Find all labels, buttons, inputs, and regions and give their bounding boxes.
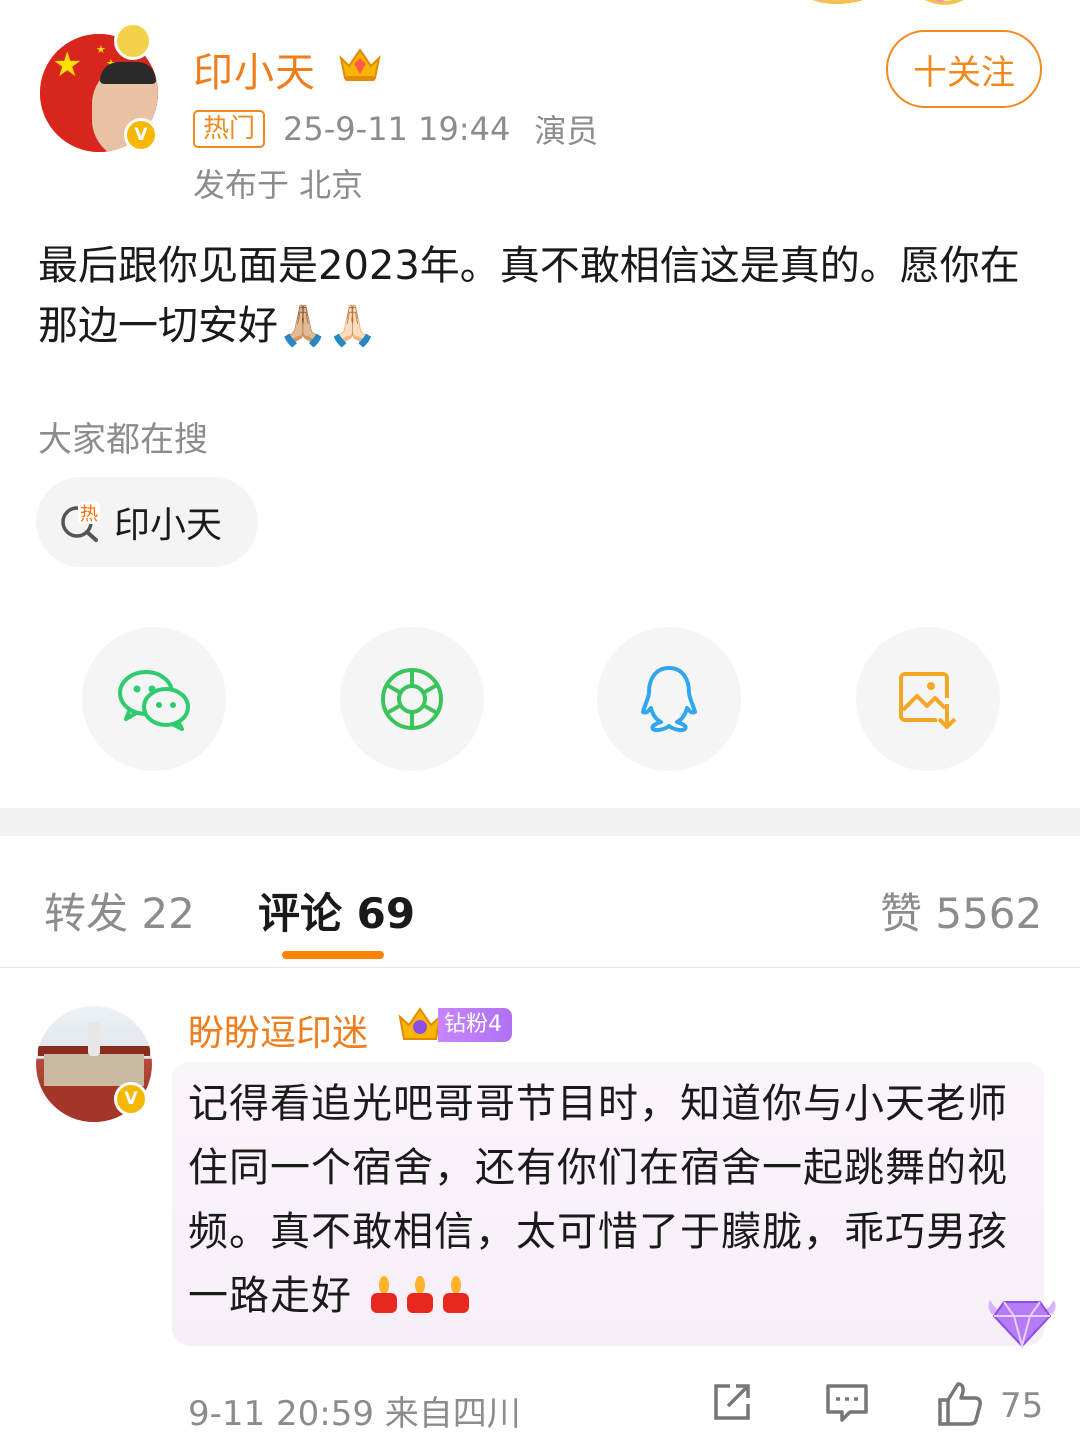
wechat-icon	[118, 670, 190, 731]
author-name[interactable]: 印小天	[193, 40, 316, 98]
author-role: 演员	[534, 112, 599, 150]
top-decoration	[812, 0, 964, 5]
avatar-pendant-icon	[114, 22, 152, 60]
post-location: 发布于 北京	[193, 166, 364, 204]
fan-badge-label: 钻粉4	[438, 1008, 512, 1042]
reply-icon[interactable]	[824, 1380, 870, 1424]
comment-meta: 9-11 20:59 来自四川	[188, 1394, 521, 1434]
flag-star: ★	[52, 45, 83, 85]
vip-crown-icon	[339, 48, 381, 81]
comment-like-count: 75	[1000, 1386, 1044, 1426]
candle-icon	[370, 1276, 397, 1313]
hot-char: 热	[80, 504, 98, 525]
tab-like[interactable]: 赞 5562	[880, 880, 1042, 941]
fan-crown-icon	[398, 1007, 442, 1040]
diamond-fan-icon	[988, 1300, 1056, 1350]
moments-icon	[381, 668, 443, 730]
qq-icon	[641, 666, 697, 733]
trending-search-chip[interactable]: 热 印小天	[36, 477, 258, 567]
share-wechat-button[interactable]	[82, 627, 226, 771]
post-content: 最后跟你见面是2023年。真不敢相信这是真的。愿你在那边一切安好🙏🏼🙏🏻	[38, 236, 1048, 356]
hot-search-icon: 热	[61, 502, 100, 542]
trending-search-label: 印小天	[114, 505, 223, 546]
candle-icon	[406, 1276, 433, 1313]
save-image-icon	[899, 672, 957, 729]
like-icon[interactable]	[936, 1380, 984, 1428]
post-meta: 热门 25-9-11 19:44 演员	[193, 108, 598, 150]
tab-repost[interactable]: 转发 22	[44, 880, 195, 941]
follow-label: 十关注	[913, 52, 1015, 93]
commenter-verified-icon: V	[114, 1082, 148, 1116]
section-divider	[0, 808, 1080, 836]
verified-icon: V	[124, 118, 158, 152]
comment-content: 记得看追光吧哥哥节目时，知道你与小天老师住同一个宿舍，还有你们在宿舍一起跳舞的视…	[188, 1072, 1018, 1328]
candle-icon	[442, 1276, 469, 1313]
tab-comment[interactable]: 评论 69	[258, 880, 415, 941]
trending-search-title: 大家都在搜	[38, 420, 208, 460]
commenter-name[interactable]: 盼盼逗印迷	[188, 1004, 368, 1056]
repost-icon[interactable]	[710, 1380, 754, 1424]
author-avatar[interactable]: ★ ★ ★ ★ ★ V	[40, 22, 158, 152]
tab-divider	[0, 967, 1080, 968]
post-timestamp: 25-9-11 19:44	[283, 110, 511, 148]
post-text: 最后跟你见面是2023年。真不敢相信这是真的。愿你在那边一切安好	[38, 243, 1020, 349]
pray-emoji: 🙏🏼🙏🏻	[278, 303, 378, 349]
share-qq-button[interactable]	[597, 627, 741, 771]
fan-level-badge: 钻粉4	[396, 1006, 512, 1044]
save-image-button[interactable]	[856, 627, 1000, 771]
follow-button[interactable]: 十关注	[886, 30, 1042, 108]
comment-text: 记得看追光吧哥哥节目时，知道你与小天老师住同一个宿舍，还有你们在宿舍一起跳舞的视…	[188, 1081, 1008, 1319]
active-tab-indicator	[282, 951, 384, 959]
share-moments-button[interactable]	[340, 627, 484, 771]
hot-badge: 热门	[193, 110, 266, 148]
